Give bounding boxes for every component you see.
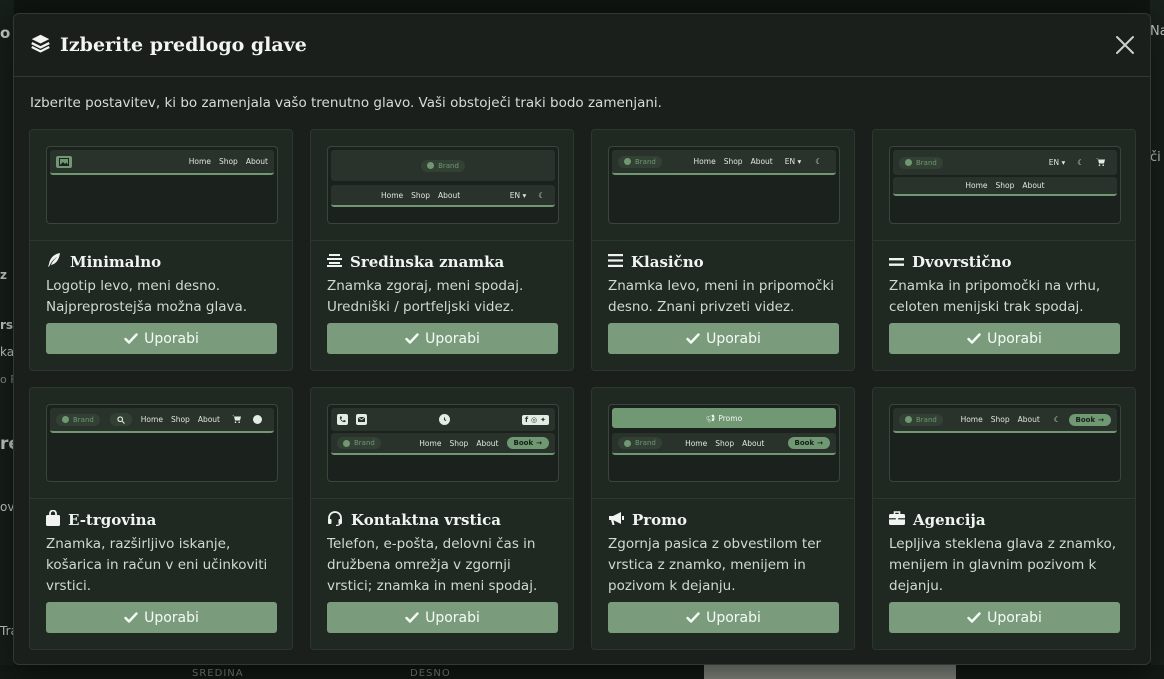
apply-button[interactable]: Uporabi (608, 323, 839, 354)
background-bottom-strip (0, 665, 1164, 679)
card-description: Znamka levo, meni in pripomočki desno. Z… (608, 278, 835, 315)
twitter-icon: ✦ (540, 415, 546, 424)
clock-icon (438, 414, 450, 425)
card-description: Znamka, razširljivo iskanje, košarica in… (46, 536, 268, 594)
apply-button[interactable]: Uporabi (327, 323, 558, 354)
image-icon (56, 155, 72, 168)
arrow-right-icon: → (817, 439, 823, 447)
arrow-right-icon: → (1098, 415, 1104, 424)
cart-icon (1096, 158, 1105, 168)
headset-icon (327, 510, 343, 530)
template-preview: Brand Home Shop About EN ▾ ☾ (327, 146, 559, 224)
user-icon (253, 415, 262, 424)
dialog-intro: Izberite postavitev, ki bo zamenjala vaš… (30, 95, 662, 111)
apply-button[interactable]: Uporabi (608, 602, 839, 633)
check-icon (124, 332, 138, 344)
card-description: Telefon, e-pošta, delovni čas in družben… (327, 536, 538, 594)
card-title: Dvovrstično (912, 253, 1012, 271)
cart-icon (232, 415, 241, 425)
instagram-icon: ◎ (531, 415, 538, 424)
bullhorn-icon: 📢︎ (705, 413, 716, 423)
check-icon (405, 611, 419, 623)
template-card-minimal: Home Shop About Minimalno Logotip levo, … (29, 129, 293, 371)
template-card-centered-brand: Brand Home Shop About EN ▾ ☾ Sredinska z… (310, 129, 574, 371)
apply-button[interactable]: Uporabi (46, 323, 277, 354)
apply-button[interactable]: Uporabi (889, 602, 1120, 633)
phone-icon (337, 414, 348, 425)
card-description: Zgornja pasica z obvestilom ter vrstica … (608, 536, 822, 594)
card-description: Znamka in pripomočki na vrhu, celoten me… (889, 278, 1101, 315)
background-left-strip (0, 0, 14, 679)
check-icon (967, 611, 981, 623)
envelope-icon (356, 414, 367, 425)
template-preview: Home Shop About (46, 146, 278, 224)
facebook-icon: f (524, 415, 529, 424)
arrow-right-icon: → (536, 439, 542, 447)
template-card-ecommerce: Brand Home Shop About E-trgovina Znamka,… (29, 387, 293, 650)
apply-button[interactable]: Uporabi (46, 602, 277, 633)
dialog-header: Izberite predlogo glave (14, 14, 1150, 77)
template-preview: f ◎ ✦ Brand Home Shop About Book → (327, 404, 559, 482)
equals-icon (889, 253, 904, 271)
background-right-strip (1150, 0, 1164, 679)
template-card-agency: Brand Home Shop About ☾ Book→ Agencija (872, 387, 1136, 650)
social-icons: f ◎ ✦ (521, 414, 549, 425)
card-title: Sredinska znamka (350, 253, 505, 271)
template-preview: Brand Home Shop About ☾ Book → (889, 404, 1121, 482)
header-template-dialog: Izberite predlogo glave Izberite postavi… (13, 13, 1151, 665)
template-card-classic: Brand Home Shop About EN ▾ ☾ Klasično Zn… (591, 129, 855, 371)
template-preview: Brand EN ▾ ☾ Home Shop About (889, 146, 1121, 224)
moon-icon: ☾ (815, 157, 822, 166)
check-icon (686, 611, 700, 623)
background-footer-label: DESNO (410, 668, 451, 679)
template-card-promo: 📢︎ Promo Brand Home Shop About Book → Pr… (591, 387, 855, 650)
card-description: Lepljiva steklena glava z znamko, menije… (889, 536, 1117, 594)
moon-icon: ☾ (1053, 415, 1061, 424)
background-text: Na (1150, 24, 1164, 39)
background-photo (704, 665, 956, 679)
align-center-icon (327, 253, 342, 271)
template-card-contact-bar: f ◎ ✦ Brand Home Shop About Book → Konta… (310, 387, 574, 650)
feather-icon (46, 252, 62, 272)
check-icon (405, 332, 419, 344)
layers-icon (30, 33, 51, 58)
background-text: či (1150, 150, 1161, 165)
moon-icon: ☾ (1077, 158, 1084, 167)
search-icon (109, 413, 132, 426)
card-title: Promo (632, 511, 688, 529)
template-preview: 📢︎ Promo Brand Home Shop About Book → (608, 404, 840, 482)
background-text: rs (0, 318, 14, 332)
check-icon (124, 611, 138, 623)
shopping-bag-icon (46, 509, 60, 530)
moon-icon: ☾ (538, 190, 545, 200)
card-description: Logotip levo, meni desno. Najpreprostejš… (46, 278, 248, 315)
bullhorn-icon (608, 511, 624, 530)
template-preview: Brand Home Shop About (46, 404, 278, 482)
card-title: Minimalno (70, 253, 162, 271)
close-button[interactable] (1114, 34, 1136, 56)
background-text: z (0, 268, 7, 282)
dialog-title: Izberite predlogo glave (60, 34, 307, 56)
card-description: Znamka zgoraj, meni spodaj. Uredniški / … (327, 278, 524, 315)
card-title: E-trgovina (68, 511, 157, 529)
briefcase-icon (889, 511, 905, 529)
check-icon (686, 332, 700, 344)
background-text: o (0, 24, 11, 42)
card-title: Kontaktna vrstica (351, 511, 501, 529)
apply-button[interactable]: Uporabi (889, 323, 1120, 354)
bars-icon (608, 253, 623, 271)
card-title: Klasično (631, 253, 704, 271)
template-preview: Brand Home Shop About EN ▾ ☾ (608, 146, 840, 224)
close-icon (1116, 36, 1134, 54)
background-footer-label: SREDINA (192, 668, 244, 679)
template-card-two-row: Brand EN ▾ ☾ Home Shop About Dvovrstično… (872, 129, 1136, 371)
background-text: ka (0, 345, 15, 359)
check-icon (967, 332, 981, 344)
apply-button[interactable]: Uporabi (327, 602, 558, 633)
card-title: Agencija (913, 511, 986, 529)
